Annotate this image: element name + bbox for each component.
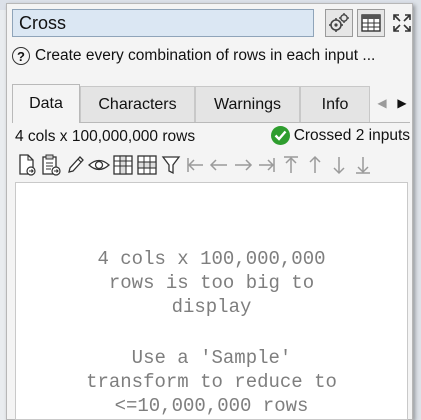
transform-description[interactable]: Create every combination of rows in each… <box>35 47 375 65</box>
too-big-message-line: display <box>171 296 252 318</box>
expand-icon <box>393 14 411 32</box>
last-row-icon[interactable] <box>351 152 375 178</box>
tab-warnings[interactable]: Warnings <box>195 86 300 122</box>
too-big-message-line: rows is too big to <box>108 272 315 294</box>
filter-icon[interactable] <box>159 152 183 178</box>
data-grid-area[interactable]: 4 cols x 100,000,000 rows is too big to … <box>15 182 408 420</box>
rows-icon[interactable] <box>135 152 159 178</box>
status-row: 4 cols x 100,000,000 rows Crossed 2 inpu… <box>15 126 410 148</box>
expand-button[interactable] <box>389 9 415 37</box>
help-icon[interactable]: ? <box>12 47 30 65</box>
status-indicator: Crossed 2 inputs <box>270 126 410 145</box>
tab-scroll-left-icon[interactable]: ◀ <box>374 90 390 116</box>
table-view-button[interactable] <box>357 9 385 37</box>
tab-label: Info <box>321 95 349 113</box>
edit-pencil-icon[interactable] <box>63 152 87 178</box>
previous-column-icon[interactable] <box>207 152 231 178</box>
too-big-message-line: 4 cols x 100,000,000 <box>97 248 326 270</box>
tab-label: Data <box>29 95 63 112</box>
view-eye-icon[interactable] <box>87 152 111 178</box>
sample-hint-line: <=10,000,000 rows <box>114 395 309 417</box>
tab-bar: Data Characters Warnings Info ◀ ▶ <box>12 84 410 123</box>
tab-label: Characters <box>98 95 177 113</box>
next-column-icon[interactable] <box>231 152 255 178</box>
previous-row-icon[interactable] <box>303 152 327 178</box>
transform-name-input[interactable] <box>12 9 314 37</box>
settings-button[interactable] <box>325 9 353 37</box>
table-icon <box>361 14 381 32</box>
tab-scroll-right-icon[interactable]: ▶ <box>394 90 410 116</box>
dimensions-label: 4 cols x 100,000,000 rows <box>15 128 196 145</box>
sample-hint-line: transform to reduce to <box>86 371 337 393</box>
title-row <box>12 9 411 39</box>
tab-info[interactable]: Info <box>300 86 370 122</box>
description-row: ? Create every combination of rows in ea… <box>12 44 408 68</box>
tab-label: Warnings <box>214 95 281 113</box>
sample-hint-line: Use a 'Sample' <box>131 347 292 369</box>
tab-characters[interactable]: Characters <box>80 86 195 122</box>
first-column-icon[interactable] <box>183 152 207 178</box>
status-message: Crossed 2 inputs <box>293 126 410 144</box>
last-column-icon[interactable] <box>255 152 279 178</box>
data-toolbar <box>15 152 410 178</box>
copy-clipboard-icon[interactable] <box>39 152 63 178</box>
transform-panel: ? Create every combination of rows in ea… <box>6 3 413 420</box>
next-row-icon[interactable] <box>327 152 351 178</box>
tab-data[interactable]: Data <box>12 84 80 123</box>
columns-icon[interactable] <box>111 152 135 178</box>
check-icon <box>270 126 290 145</box>
canvas-edge <box>414 0 421 420</box>
first-row-icon[interactable] <box>279 152 303 178</box>
export-file-icon[interactable] <box>15 152 39 178</box>
gears-icon <box>329 13 349 32</box>
